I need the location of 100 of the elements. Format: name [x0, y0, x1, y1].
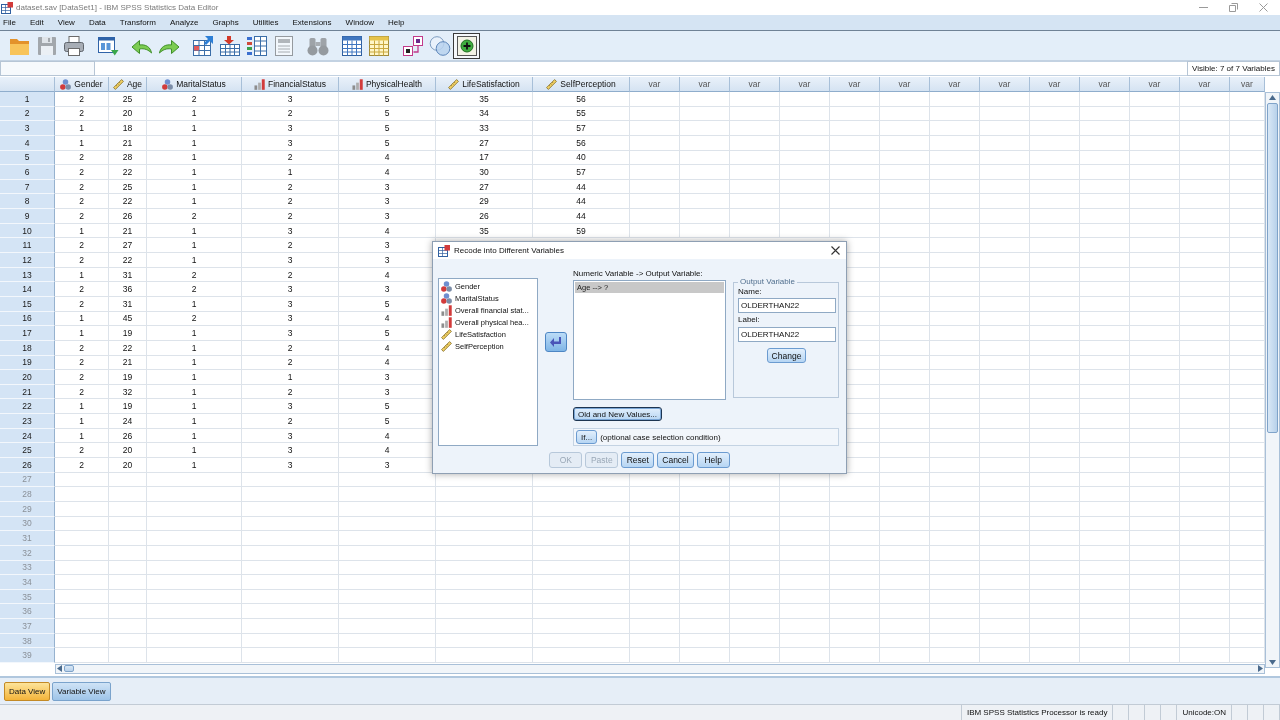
scrollbar-thumb[interactable] — [64, 665, 74, 673]
column-header[interactable]: PhysicalHealth — [339, 77, 436, 92]
table-cell: 2 — [55, 209, 109, 224]
row-header[interactable]: 23 — [0, 414, 55, 429]
table-cell: 1 — [147, 194, 242, 210]
label-field[interactable]: OLDERTHAN22 — [738, 327, 836, 342]
column-header[interactable]: Age — [109, 77, 147, 92]
row-header[interactable]: 8 — [0, 194, 55, 210]
row-header[interactable]: 20 — [0, 370, 55, 385]
column-header[interactable]: LifeSatisfaction — [436, 77, 533, 92]
table-cell: 3 — [242, 253, 339, 268]
table-cell: 3 — [242, 399, 339, 415]
group-title: Output Variable — [739, 277, 796, 287]
table-cell: 3 — [242, 121, 339, 136]
table-cell: 3 — [242, 282, 339, 297]
table-cell: 4 — [339, 165, 436, 180]
menu-item[interactable]: Window — [345, 16, 375, 29]
column-header[interactable]: var — [780, 77, 830, 92]
row-header[interactable]: 17 — [0, 326, 55, 341]
row-header[interactable]: 11 — [0, 238, 55, 254]
row-header[interactable]: 9 — [0, 209, 55, 224]
table-cell: 33 — [436, 121, 533, 136]
variable-count: Visible: 7 of 7 Variables — [1187, 61, 1280, 76]
ruler-icon — [546, 78, 558, 90]
if-button[interactable]: If... — [576, 430, 598, 444]
cell-value-field[interactable] — [95, 61, 1187, 76]
column-header[interactable]: var — [1230, 77, 1265, 92]
table-cell: 36 — [109, 282, 147, 297]
table-cell: 1 — [242, 165, 339, 180]
column-header[interactable]: var — [930, 77, 980, 92]
column-header[interactable]: MaritalStatus — [147, 77, 242, 92]
row-header[interactable]: 14 — [0, 282, 55, 297]
row-header[interactable]: 12 — [0, 253, 55, 268]
bent-arrow-icon — [550, 337, 561, 347]
cell-name-field[interactable] — [0, 61, 95, 76]
column-header[interactable]: var — [1130, 77, 1180, 92]
name-field[interactable]: OLDERTHAN22 — [738, 298, 836, 313]
row-header[interactable]: 3 — [0, 121, 55, 136]
tab[interactable]: Data View — [4, 681, 51, 701]
menu-item[interactable]: Utilities — [252, 16, 279, 29]
column-header[interactable]: var — [880, 77, 930, 92]
table-cell: 1 — [147, 253, 242, 268]
table-cell: 1 — [147, 165, 242, 180]
menu-item[interactable]: Transform — [119, 16, 156, 29]
menu-item[interactable]: File — [3, 16, 16, 29]
horizontal-scrollbar[interactable] — [55, 664, 1265, 674]
menu-item[interactable]: Data — [88, 16, 106, 29]
table-cell: 1 — [147, 121, 242, 136]
table-cell: 3 — [339, 209, 436, 224]
column-header[interactable]: var — [630, 77, 680, 92]
table-cell: 20 — [109, 458, 147, 473]
table-cell: 44 — [533, 209, 630, 224]
close-icon — [830, 246, 840, 255]
column-header[interactable]: SelfPerception — [533, 77, 630, 92]
table-cell: 1 — [55, 121, 109, 136]
old-and-new-values-button[interactable]: Old and New Values... — [573, 407, 662, 421]
move-button[interactable] — [544, 332, 567, 352]
row-header[interactable]: 1 — [0, 92, 55, 107]
dialog-button[interactable]: Help — [696, 452, 730, 468]
ruler-icon — [441, 340, 452, 352]
table-cell: 24 — [109, 414, 147, 429]
row-header[interactable]: 6 — [0, 165, 55, 180]
table-icon — [340, 34, 363, 57]
table-cell: 26 — [436, 209, 533, 224]
column-header[interactable]: var — [1180, 77, 1230, 92]
menu-item[interactable]: View — [57, 16, 75, 29]
table-cell: 18 — [109, 121, 147, 136]
close-icon — [1258, 3, 1268, 12]
field-label: Name: — [738, 287, 762, 297]
column-header[interactable]: FinancialStatus — [242, 77, 339, 92]
column-header[interactable]: var — [830, 77, 880, 92]
dialog-button[interactable]: Cancel — [657, 452, 694, 468]
table-cell: 2 — [55, 238, 109, 254]
status-text: IBM SPSS Statistics Processor is ready — [961, 705, 1114, 720]
dialog-button[interactable]: Reset — [621, 452, 655, 468]
vertical-scrollbar[interactable] — [1265, 92, 1280, 668]
column-header[interactable]: var — [680, 77, 730, 92]
table-cell: 35 — [436, 92, 533, 107]
scrollbar-thumb[interactable] — [1267, 103, 1278, 433]
column-header[interactable]: var — [730, 77, 780, 92]
table-cell: 2 — [147, 92, 242, 107]
row-header[interactable]: 22 — [0, 399, 55, 415]
menu-item[interactable]: Graphs — [212, 16, 239, 29]
column-header[interactable]: var — [1030, 77, 1080, 92]
column-header[interactable]: var — [1080, 77, 1130, 92]
column-header[interactable]: var — [980, 77, 1030, 92]
row-header[interactable]: 25 — [0, 443, 55, 458]
customize-button[interactable] — [453, 32, 480, 59]
corner-header[interactable] — [0, 77, 55, 92]
menu-item[interactable]: Extensions — [292, 16, 332, 29]
menu-item[interactable]: Help — [388, 16, 405, 29]
row-header[interactable]: 26 — [0, 458, 55, 473]
menu-item[interactable]: Edit — [29, 16, 44, 29]
column-header[interactable]: Gender — [55, 77, 109, 92]
table-cell: 25 — [109, 92, 147, 107]
down-arrow-icon — [1269, 660, 1276, 665]
menu-item[interactable]: Analyze — [169, 16, 199, 29]
change-button[interactable]: Change — [766, 348, 807, 363]
window-title: dataset.sav [DataSet1] - IBM SPSS Statistics Data Editor — [16, 3, 219, 12]
tab[interactable]: Variable View — [52, 681, 111, 701]
